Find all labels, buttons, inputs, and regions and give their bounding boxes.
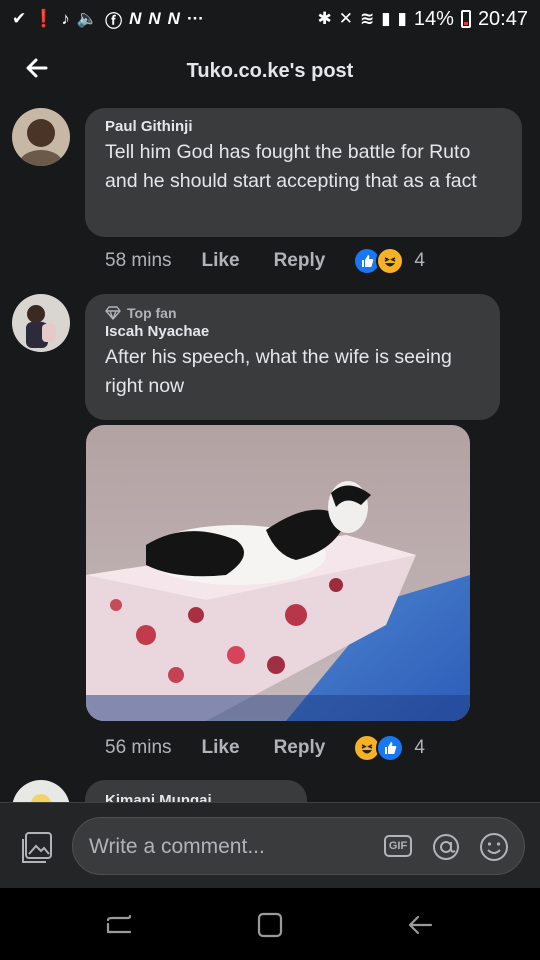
avatar[interactable] [12,294,70,352]
alert-icon: ❗ [33,9,55,28]
back-arrow-icon[interactable] [22,53,52,83]
mention-icon[interactable] [431,832,461,862]
comment-composer: GIF [0,802,540,889]
badge-label: Top fan [127,305,177,321]
status-right-icons: ✱ ✕ ≋ ▮ ▮ 14% 20:47 [317,8,528,31]
comment-input-wrapper[interactable]: GIF [72,817,525,875]
comment-actions: 56 mins Like Reply 4 [105,734,425,762]
battery-icon [460,10,471,28]
page-title: Tuko.co.ke's post [186,59,354,82]
volume-icon: 🔈 [76,9,99,28]
battery-percent: 14% [413,7,454,30]
android-nav-bar [0,888,540,960]
mute-icon: ✕ [338,9,353,28]
reaction-count: 4 [414,250,425,271]
home-icon[interactable] [255,910,285,940]
status-time: 20:47 [477,7,528,30]
n-icon: N [167,9,180,28]
reaction-summary[interactable] [353,247,405,275]
signal-icon: ▮ [397,9,407,28]
more-dots-icon: ··· [186,9,204,28]
diamond-icon [105,306,121,320]
comment-text: Tell him God has fought the battle for R… [105,141,477,192]
reply-button[interactable]: Reply [274,250,326,272]
comment-bubble[interactable]: Paul Githinji Tell him God has fought th… [85,108,522,237]
check-icon: ✔ [12,9,27,28]
like-button[interactable]: Like [202,737,240,759]
comment-time: 56 mins [105,737,172,758]
reaction-count: 4 [414,737,425,758]
wifi-icon: ≋ [359,9,375,28]
emoji-icon[interactable] [478,831,510,863]
recent-apps-icon[interactable] [104,910,134,940]
comment-time: 58 mins [105,250,172,271]
back-nav-icon[interactable] [405,910,435,940]
n-icon: N [129,9,142,28]
comment-photo[interactable] [86,425,470,721]
reaction-summary[interactable] [353,734,405,762]
photo-gallery-icon[interactable] [20,831,54,865]
haha-reaction-icon [376,247,405,275]
like-button[interactable]: Like [202,250,240,272]
comment-author[interactable]: Paul Githinji [105,118,502,135]
reply-button[interactable]: Reply [274,737,326,759]
facebook-icon: ⓕ [105,11,123,31]
status-left-icons: ✔ ❗ ♪ 🔈 ⓕ N N N ··· [12,7,204,32]
comment-bubble[interactable]: Top fan Iscah Nyachae After his speech, … [85,294,500,420]
comment-actions: 58 mins Like Reply 4 [105,247,425,275]
status-bar: ✔ ❗ ♪ 🔈 ⓕ N N N ··· ✱ ✕ ≋ ▮ ▮ 14% 20:47 [0,0,540,38]
post-header: Tuko.co.ke's post [0,38,540,104]
avatar[interactable] [12,108,70,166]
comment-author[interactable]: Iscah Nyachae [105,323,480,340]
signal-icon: ▮ [381,9,391,28]
like-reaction-icon [376,734,405,762]
gif-button[interactable]: GIF [384,835,412,857]
comment-input[interactable] [87,827,371,867]
top-fan-badge: Top fan [105,305,480,321]
tiktok-icon: ♪ [61,9,70,28]
n-icon: N [148,9,161,28]
comment-text: After his speech, what the wife is seein… [105,346,452,397]
bluetooth-icon: ✱ [317,9,332,28]
